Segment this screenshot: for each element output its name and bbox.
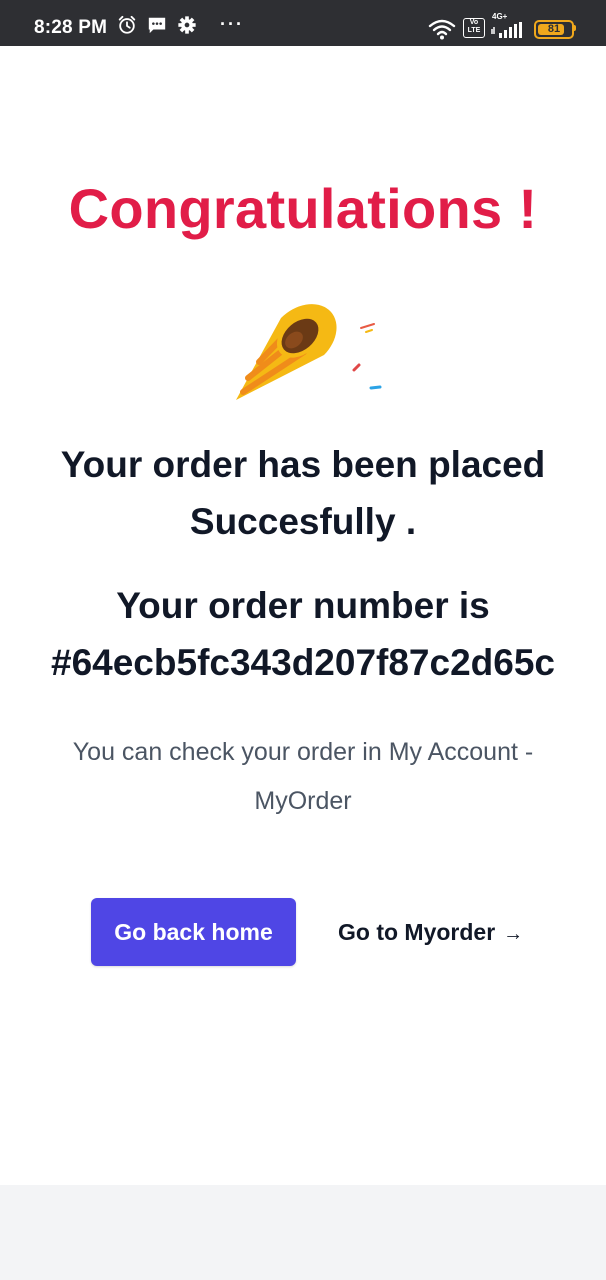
- status-bar: 8:28 PM ··· Vo LTE 4G+ 81: [0, 0, 606, 46]
- go-to-myorder-link[interactable]: Go to Myorder →: [338, 898, 523, 966]
- volte-icon: Vo LTE: [463, 18, 485, 38]
- settings-icon: [178, 16, 196, 34]
- battery-level: 81: [547, 23, 561, 35]
- network-type-label: 4G+: [492, 12, 508, 21]
- message-icon: [148, 17, 166, 34]
- status-overflow: ···: [220, 14, 244, 34]
- page-title: Congratulations !: [68, 177, 538, 240]
- go-back-home-button[interactable]: Go back home: [91, 898, 296, 966]
- go-to-myorder-label: Go to Myorder: [338, 919, 496, 945]
- order-number-heading: Your order number is #64ecb5fc343d207f87…: [20, 577, 586, 691]
- alarm-icon: [118, 15, 136, 34]
- status-time: 8:28 PM: [34, 17, 108, 38]
- order-placed-line-1: Your order has been placed: [60, 444, 546, 485]
- wifi-icon: [428, 19, 456, 40]
- battery-icon: 81: [534, 20, 574, 39]
- battery-tip: [573, 25, 576, 31]
- footer: [0, 1185, 606, 1280]
- order-placed-heading: Your order has been placed Succesfully .: [20, 436, 586, 550]
- signal-icon: [491, 22, 522, 38]
- party-popper-icon: [236, 304, 382, 400]
- helper-text: You can check your order in My Account -…: [72, 738, 534, 815]
- order-number-value: #64ecb5fc343d207f87c2d65c: [51, 642, 555, 683]
- order-number-label: Your order number is: [116, 585, 490, 626]
- order-placed-line-2: Succesfully .: [189, 501, 417, 542]
- arrow-right-icon: →: [503, 923, 524, 945]
